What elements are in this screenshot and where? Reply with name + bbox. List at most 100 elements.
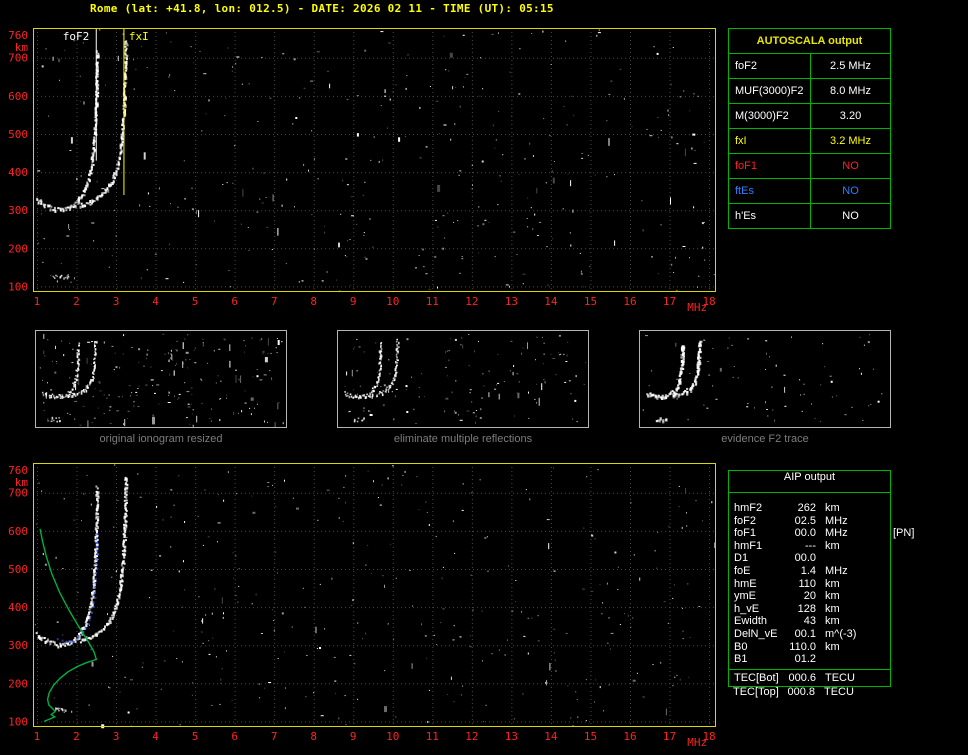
svg-text:500: 500 [8,128,28,141]
aip-row: hmF1 --- km [734,540,890,553]
parameter-value: NO [810,203,891,229]
svg-text:km: km [15,476,29,489]
aip-value: 01.2 [794,653,816,666]
aip-row: DelN_vE 00.1 m^(-3) [734,628,890,641]
svg-text:14: 14 [544,730,558,743]
aip-name: ymE [734,590,756,603]
svg-text:600: 600 [8,90,28,103]
parameter-label: foF2 [728,53,811,79]
aip-row: h_vE 128 km [734,603,890,616]
aip-rows-below: TEC[Top] 000.8 TECU [728,686,891,699]
svg-text:8: 8 [310,295,317,308]
autoscala-title: AUTOSCALA output [728,28,891,54]
aip-row: D1 00.0 [734,552,890,565]
svg-text:13: 13 [505,295,518,308]
aip-name: hmF2 [734,502,763,514]
svg-text:9: 9 [350,295,357,308]
aip-value: --- [805,539,816,552]
thumbnail-f2-trace [639,330,891,428]
parameter-label: foF1 [728,153,811,179]
autoscala-row: M(3000)F2 3.20 [728,103,891,129]
svg-text:500: 500 [8,563,28,576]
aip-name: TEC[Top] [733,686,779,698]
svg-text:300: 300 [8,204,28,217]
aip-name: DelN_vE [734,627,778,640]
parameter-label: fxI [728,128,811,154]
svg-text:200: 200 [8,242,28,255]
aip-title: AIP output [729,471,890,493]
svg-text:12: 12 [465,730,478,743]
aip-unit: km [825,602,840,615]
svg-text:200: 200 [8,677,28,690]
parameter-label: ftEs [728,178,811,204]
svg-text:17: 17 [663,295,676,308]
bottom-ionogram-chart: 760 700 600 500 400 300 200 100 km 1 2 3 4 5 6 7 8 9 10 11 1… [0,458,745,755]
svg-text:16: 16 [623,730,636,743]
aip-value: 110.0 [789,640,816,653]
svg-text:6: 6 [231,730,238,743]
svg-text:12: 12 [465,295,478,308]
svg-text:fxI: fxI [129,30,149,43]
svg-text:10: 10 [386,295,399,308]
aip-name: hmE [734,577,757,590]
svg-text:14: 14 [544,295,558,308]
parameter-value: 3.2 MHz [810,128,891,154]
aip-value: 1.4 [800,564,816,577]
parameter-label: h'Es [728,203,811,229]
svg-text:17: 17 [663,730,676,743]
aip-value: 00.0 [794,552,816,565]
svg-text:3: 3 [113,295,120,308]
aip-value: 02.5 [794,514,816,527]
parameter-label: MUF(3000)F2 [728,78,811,104]
thumbnail-original-ionogram [35,330,287,429]
svg-text:8: 8 [310,730,317,743]
svg-text:foF2: foF2 [63,30,90,43]
autoscala-row: h'Es NO [728,203,891,229]
svg-text:3: 3 [113,730,120,743]
top-ionogram-chart: foF2 fxI 760 700 600 500 400 300 200 100 km 1 2 3 4 5 6 7… [0,23,745,335]
parameter-value: NO [810,178,891,204]
aip-value: 00.1 [794,627,816,640]
thumbnail-caption: eliminate multiple reflections [393,433,533,445]
aip-value: 43 [803,615,816,628]
svg-text:13: 13 [505,730,518,743]
thumbnail-caption: evidence F2 trace [721,433,809,445]
svg-text:9: 9 [350,730,357,743]
aip-value: 262 [797,502,816,514]
aip-row: B1 01.2 [734,653,890,666]
aip-unit: MHz [825,527,848,540]
aip-unit: km [825,577,840,590]
parameter-value: 2.5 MHz [810,53,891,79]
autoscala-table-body: foF2 2.5 MHz MUF(3000)F2 8.0 MHz M(3000)F2 3.… [728,53,891,229]
svg-text:600: 600 [8,525,28,538]
aip-unit: TECU [824,686,854,698]
svg-text:1: 1 [34,730,41,743]
svg-text:MHz: MHz [687,736,707,749]
svg-text:6: 6 [231,295,238,308]
svg-text:100: 100 [8,280,28,293]
parameter-value: 8.0 MHz [810,78,891,104]
aip-name: foF2 [734,514,757,527]
aip-row: ymE 20 km [734,590,890,603]
svg-text:15: 15 [584,295,597,308]
aip-row: TEC[Top] 000.8 TECU [733,686,891,699]
aip-name: B1 [734,653,748,666]
aip-name: foE [734,564,751,577]
aip-name: hmF1 [734,539,763,552]
svg-text:MHz: MHz [687,301,707,314]
svg-text:5: 5 [192,295,199,308]
autoscala-panel: AUTOSCALA output foF2 2.5 MHz MUF(3000)F2 8… [728,28,891,229]
svg-text:km: km [15,41,29,54]
aip-row: foF1 00.0 MHz [734,527,890,540]
aip-value: 128 [797,602,816,615]
aip-row: hmE 110 km [734,578,890,591]
aip-rows: hmF2 262 km foF2 02.5 MHz foF1 00.0 MHz hmF1 --- km… [729,493,890,686]
thumbnail-filtered-ionogram [337,330,589,428]
aip-row: B0 110.0 km [734,641,890,654]
aip-unit: km [825,590,840,603]
aip-unit: m^(-3) [825,627,857,640]
aip-unit: TECU [825,671,855,684]
aip-fof1-flag: [PN] [893,527,915,539]
aip-unit: km [825,640,840,653]
aip-row: hmF2 262 km [734,502,890,515]
